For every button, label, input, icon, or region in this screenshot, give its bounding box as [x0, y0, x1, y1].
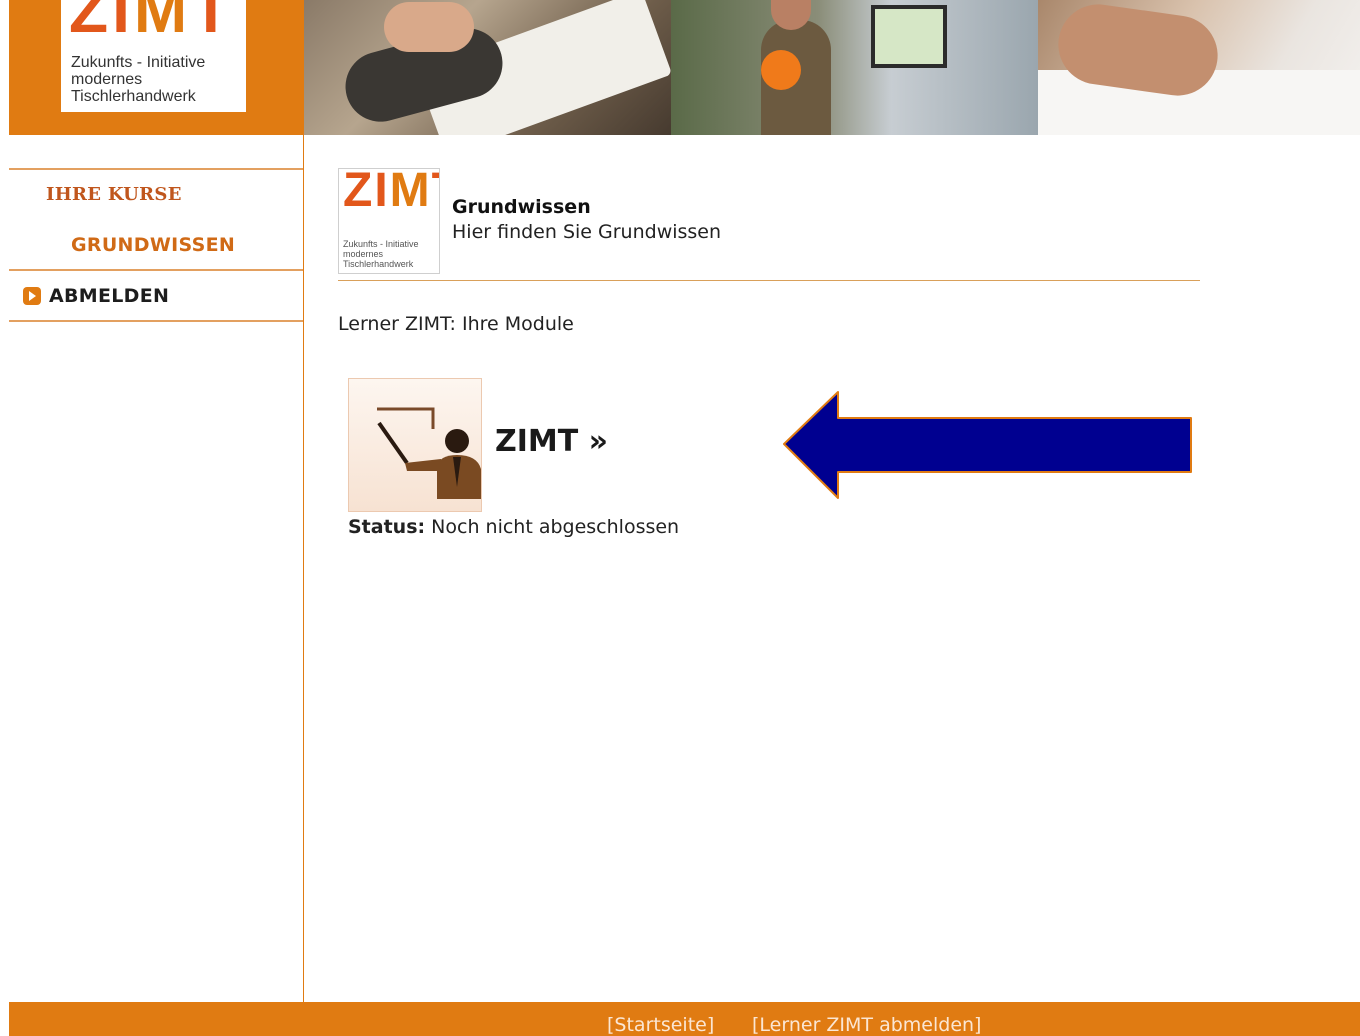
course-logo-letters: ZIMT	[343, 168, 439, 217]
modules-heading: Lerner ZIMT: Ihre Module	[338, 313, 574, 335]
course-logo: ZIMT Zukunfts - Initiative modernes Tisc…	[338, 168, 440, 274]
status-label: Status:	[348, 516, 426, 538]
module-zimt-link[interactable]: ZIMT »	[495, 424, 608, 459]
footer-link-abmelden[interactable]: [Lerner ZIMT abmelden]	[752, 1014, 981, 1036]
site-footer: [Startseite] [Lerner ZIMT abmelden]	[9, 1002, 1360, 1036]
sidebar-nav: IHRE KURSE GRUNDWISSEN ABMELDEN	[9, 135, 304, 1002]
logo-letters: ZIMT	[69, 0, 235, 46]
footer-link-startseite[interactable]: [Startseite]	[607, 1014, 714, 1036]
sidebar-divider	[9, 269, 303, 271]
course-logo-tagline: Zukunfts - Initiative modernes Tischlerh…	[343, 239, 419, 269]
course-header: ZIMT Zukunfts - Initiative modernes Tisc…	[338, 168, 1200, 281]
banner-photo-cnc-worker	[671, 0, 1038, 135]
status-value: Noch nicht abgeschlossen	[431, 516, 680, 538]
teacher-presentation-icon[interactable]	[348, 378, 482, 512]
course-title: Grundwissen	[452, 196, 591, 218]
zimt-logo[interactable]: ZIMT Zukunfts - Initiative modernes Tisc…	[61, 0, 246, 112]
arrow-bullet-icon	[23, 287, 41, 305]
sidebar-divider	[9, 168, 303, 170]
module-status: Status: Noch nicht abgeschlossen	[348, 516, 679, 538]
pointer-arrow-icon	[780, 386, 1200, 510]
sidebar-item-label: ABMELDEN	[49, 285, 170, 307]
banner-photo-sanding	[304, 0, 671, 135]
sidebar-item-grundwissen[interactable]: GRUNDWISSEN	[71, 234, 235, 256]
sidebar-divider	[9, 320, 303, 322]
sidebar-item-abmelden[interactable]: ABMELDEN	[23, 285, 169, 307]
header-photo-banner	[304, 0, 1360, 135]
sidebar-item-ihre-kurse[interactable]: IHRE KURSE	[46, 184, 182, 205]
course-description: Hier finden Sie Grundwissen	[452, 221, 722, 243]
site-header: ZIMT Zukunfts - Initiative modernes Tisc…	[9, 0, 1360, 135]
site-logo-area[interactable]: ZIMT Zukunfts - Initiative modernes Tisc…	[9, 0, 304, 135]
banner-photo-drawing	[1038, 0, 1360, 135]
logo-tagline: Zukunfts - Initiative modernes Tischlerh…	[71, 54, 206, 105]
